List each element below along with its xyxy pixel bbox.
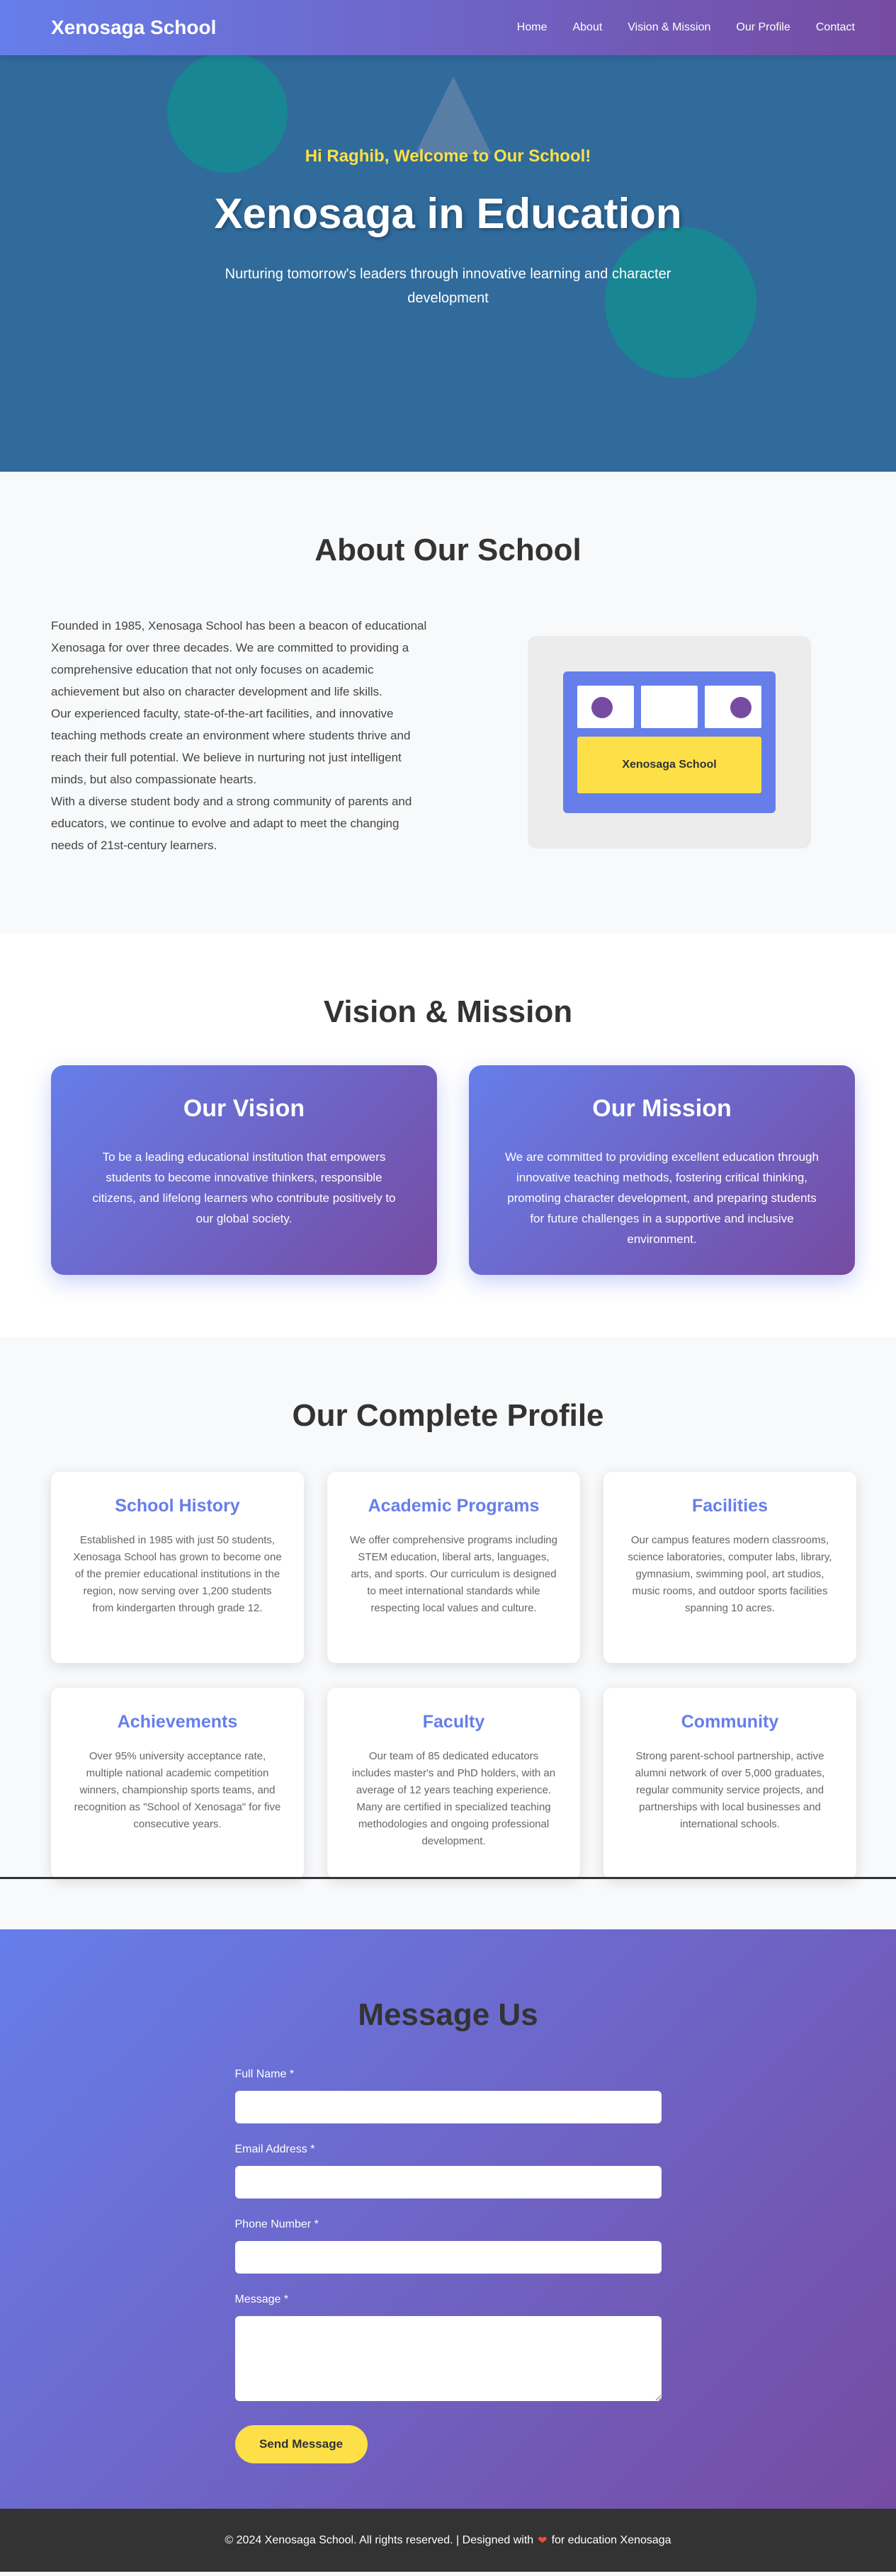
message-field-group: Message * — [234, 2293, 662, 2401]
contact-section: Message Us Full Name * Email Address * P… — [0, 1929, 896, 2509]
about-title: About Our School — [314, 533, 582, 567]
profile-card-community: Community Strong parent-school partnersh… — [603, 1688, 856, 1879]
profile-card-text: We offer comprehensive programs includin… — [350, 1534, 557, 1614]
profile-card-text: Strong parent-school partnership, active… — [635, 1750, 825, 1830]
profile-section: Our Complete Profile School History Esta… — [0, 1337, 896, 1879]
footer-text: © 2024 Xenosaga School. All rights reser… — [225, 2534, 534, 2546]
profile-card-facilities: Facilities Our campus features modern cl… — [603, 1472, 856, 1663]
mission-card: Our Mission We are committed to providin… — [469, 1065, 855, 1275]
profile-card-text: Over 95% university acceptance rate, mul… — [74, 1750, 281, 1830]
vision-card-text: To be a leading educational institution … — [92, 1150, 396, 1225]
heart-icon: ❤ — [538, 2534, 548, 2547]
hero-triangle-decoration — [415, 76, 492, 154]
about-paragraph: With a diverse student body and a strong… — [51, 795, 412, 852]
school-sign: Xenosaga School — [577, 737, 761, 793]
email-label: Email Address * — [234, 2143, 315, 2155]
vision-mission-section: Vision & Mission Our Vision To be a lead… — [0, 934, 896, 1337]
phone-field-group: Phone Number * — [234, 2218, 662, 2274]
name-field-group: Full Name * — [234, 2068, 662, 2123]
about-text: Founded in 1985, Xenosaga School has bee… — [51, 615, 430, 856]
school-building: Xenosaga School — [563, 671, 776, 813]
phone-input[interactable] — [234, 2241, 662, 2274]
hero-section: Hi Raghib, Welcome to Our School! Xenosa… — [0, 0, 896, 472]
window-circle-icon — [591, 697, 613, 718]
vision-mission-title: Vision & Mission — [323, 994, 573, 1029]
message-label: Message * — [234, 2293, 289, 2305]
name-input[interactable] — [234, 2091, 662, 2123]
school-illustration: Xenosaga School — [528, 636, 811, 849]
about-section: About Our School Founded in 1985, Xenosa… — [0, 472, 896, 934]
section-spacer — [0, 1877, 896, 1929]
profile-card-faculty: Faculty Our team of 85 dedicated educato… — [327, 1688, 580, 1879]
navbar: Xenosaga School Home About Vision & Miss… — [0, 0, 896, 55]
vision-card: Our Vision To be a leading educational i… — [51, 1065, 437, 1275]
profile-card-text: Our campus features modern classrooms, s… — [628, 1534, 832, 1614]
profile-card-title: Achievements — [117, 1712, 238, 1732]
nav-link-about[interactable]: About — [572, 21, 602, 34]
profile-card-achievements: Achievements Over 95% university accepta… — [51, 1688, 304, 1879]
brand-logo[interactable]: Xenosaga School — [51, 16, 216, 39]
vision-card-title: Our Vision — [183, 1095, 305, 1122]
name-label: Full Name * — [234, 2068, 295, 2080]
school-window — [577, 686, 634, 728]
mission-card-text: We are committed to providing excellent … — [505, 1150, 819, 1246]
mission-card-title: Our Mission — [592, 1095, 732, 1122]
profile-card-title: Facilities — [692, 1496, 768, 1516]
hero-title: Xenosaga in Education — [214, 190, 682, 237]
section-divider — [0, 1877, 896, 1879]
message-textarea[interactable] — [234, 2316, 662, 2401]
profile-card-text: Established in 1985 with just 50 student… — [73, 1534, 282, 1614]
about-content: Founded in 1985, Xenosaga School has bee… — [0, 615, 896, 856]
nav-link-vision-mission[interactable]: Vision & Mission — [628, 21, 710, 34]
email-field-group: Email Address * — [234, 2143, 662, 2198]
school-window — [641, 686, 698, 728]
hero-content: Hi Raghib, Welcome to Our School! Xenosa… — [0, 147, 896, 310]
profile-card-title: Academic Programs — [368, 1496, 540, 1516]
nav-link-contact[interactable]: Contact — [816, 21, 855, 34]
profile-cards: School History Established in 1985 with … — [0, 1472, 896, 1879]
profile-card-title: School History — [115, 1496, 240, 1516]
footer-text-end: for education Xenosaga — [551, 2534, 671, 2546]
about-paragraph: Our experienced faculty, state-of-the-ar… — [51, 707, 411, 786]
window-circle-icon — [730, 697, 752, 718]
nav-link-home[interactable]: Home — [517, 21, 548, 34]
profile-card-academics: Academic Programs We offer comprehensive… — [327, 1472, 580, 1663]
profile-card-text: Our team of 85 dedicated educators inclu… — [351, 1750, 556, 1847]
vision-mission-cards: Our Vision To be a leading educational i… — [0, 1065, 896, 1275]
profile-card-title: Faculty — [422, 1712, 485, 1732]
nav-link-profile[interactable]: Our Profile — [736, 21, 790, 34]
nav-links: Home About Vision & Mission Our Profile … — [517, 21, 855, 34]
hero-welcome-text: Hi Raghib, Welcome to Our School! — [305, 147, 591, 166]
footer: © 2024 Xenosaga School. All rights reser… — [0, 2509, 896, 2572]
profile-card-title: Community — [681, 1712, 779, 1732]
profile-title: Our Complete Profile — [292, 1398, 604, 1433]
send-message-button[interactable]: Send Message — [234, 2425, 368, 2463]
email-input[interactable] — [234, 2166, 662, 2198]
contact-title: Message Us — [358, 1997, 538, 2032]
contact-form: Full Name * Email Address * Phone Number… — [234, 2068, 662, 2463]
phone-label: Phone Number * — [234, 2218, 319, 2230]
school-window — [705, 686, 761, 728]
about-paragraph: Founded in 1985, Xenosaga School has bee… — [51, 619, 427, 698]
hero-subtitle: Nurturing tomorrow's leaders through inn… — [225, 266, 671, 306]
profile-card-history: School History Established in 1985 with … — [51, 1472, 304, 1663]
